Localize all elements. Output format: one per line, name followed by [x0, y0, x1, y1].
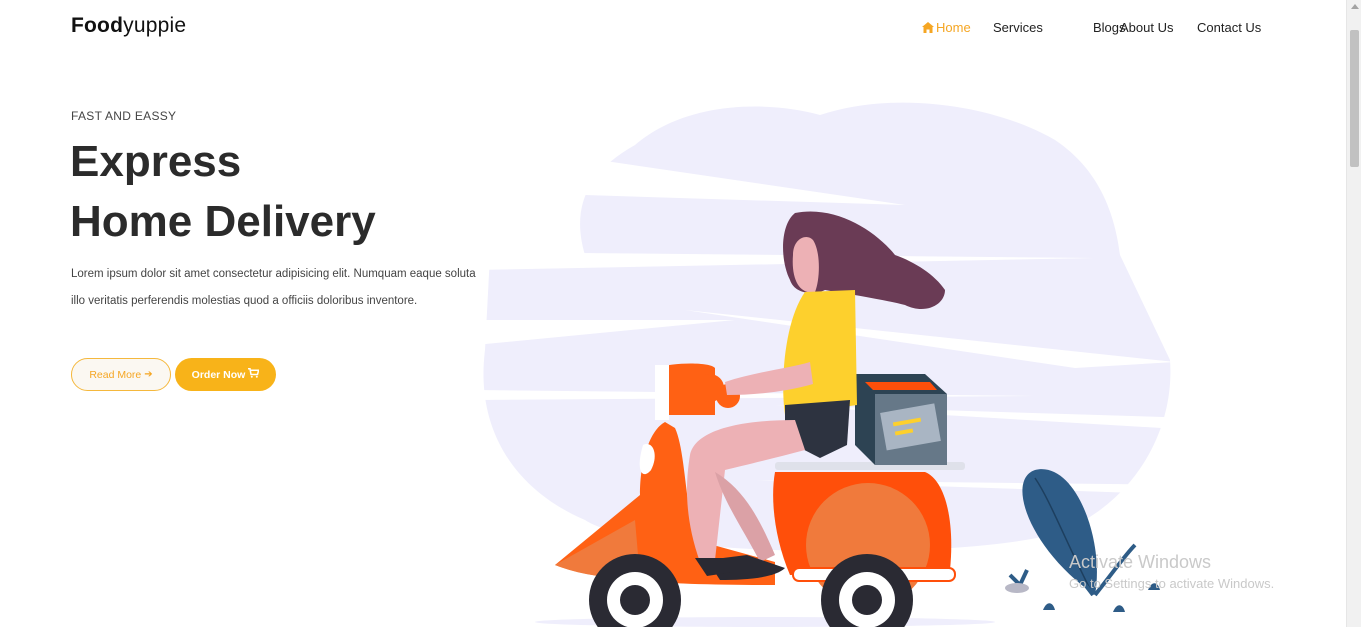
watermark-title: Activate Windows [1069, 552, 1212, 572]
order-now-button[interactable]: Order Now [175, 358, 276, 391]
headline-line-1: Express [70, 137, 242, 186]
read-more-label: Read More [89, 368, 142, 381]
main-nav: Home Services Blogs About Us Contact Us [922, 20, 1261, 35]
nav-blogs[interactable]: Blogs [1093, 20, 1126, 35]
windows-activation-watermark: Activate Windows Go to Settings to activ… [1069, 552, 1274, 591]
brand-logo[interactable]: Foodyuppie [71, 14, 186, 38]
nav-services[interactable]: Services [993, 20, 1093, 35]
brand-logo-bold: Food [71, 14, 124, 37]
nav-about-us[interactable]: About Us [1120, 20, 1197, 35]
delivery-box [855, 374, 947, 465]
read-more-button[interactable]: Read More ➔ [71, 358, 171, 391]
headline-line-2: Home Delivery [70, 197, 376, 246]
hero-eyebrow: FAST AND EASSY [71, 109, 177, 123]
cart-icon [248, 368, 260, 381]
nav-home[interactable]: Home [922, 20, 993, 35]
scroll-thumb[interactable] [1350, 30, 1359, 167]
hero-description: Lorem ipsum dolor sit amet consectetur a… [71, 268, 476, 307]
order-now-label: Order Now [191, 368, 246, 381]
hero-headline: Express Home Delivery [70, 132, 376, 252]
nav-home-label: Home [936, 20, 971, 35]
home-icon [922, 22, 934, 33]
delivery-illustration [475, 102, 1195, 627]
nav-contact-us[interactable]: Contact Us [1197, 20, 1261, 35]
scroll-up-arrow-icon[interactable] [1351, 4, 1359, 9]
page-scrollbar[interactable] [1346, 0, 1361, 627]
arrow-right-icon: ➔ [144, 369, 153, 380]
brand-logo-light: yuppie [123, 14, 187, 37]
watermark-subtitle: Go to Settings to activate Windows. [1069, 576, 1275, 591]
